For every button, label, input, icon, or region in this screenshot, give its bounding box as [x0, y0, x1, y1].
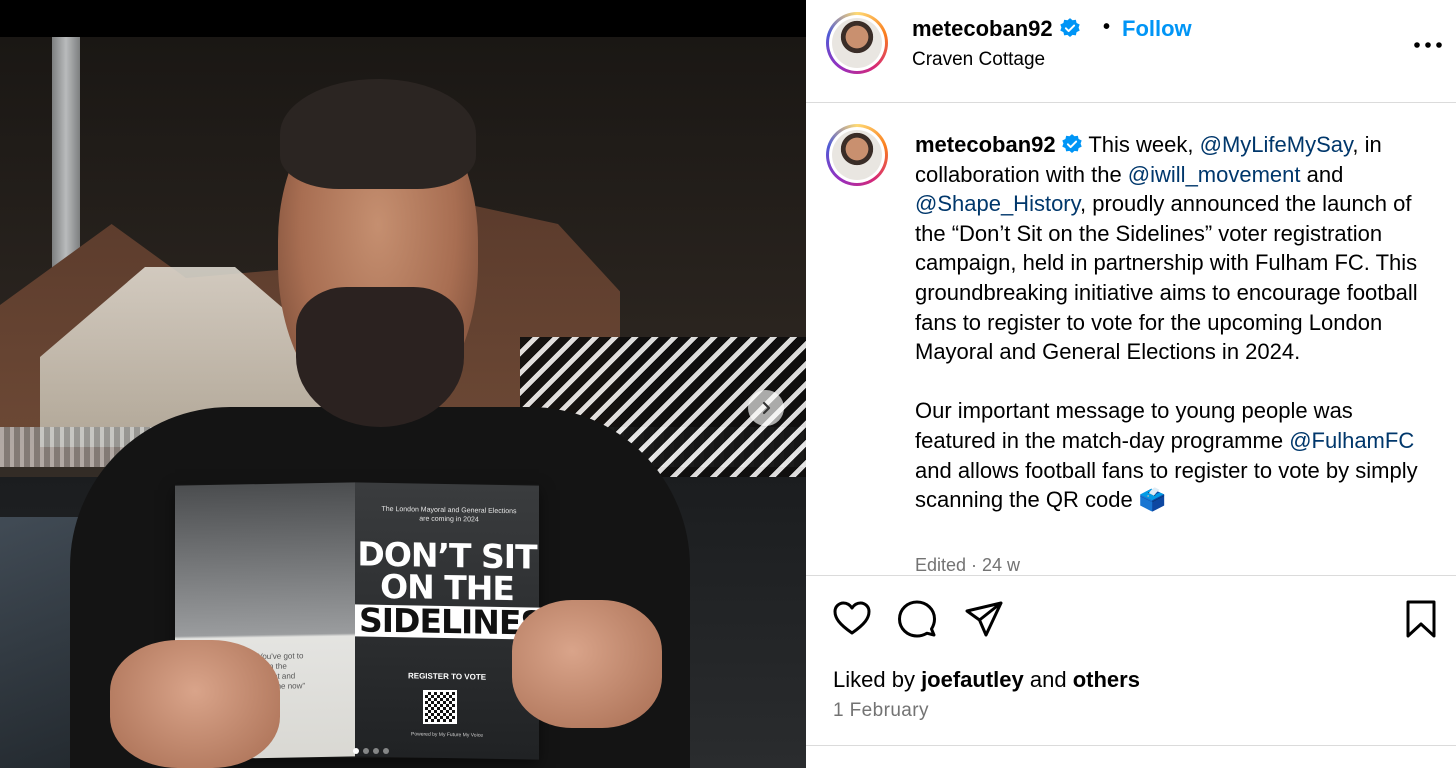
likes-summary: Liked by joefautley and others	[833, 667, 1140, 693]
caption-text: and	[1300, 161, 1344, 187]
avatar-image	[832, 18, 882, 68]
post-caption: metecoban92 This week, @MyLifeMySay, in …	[915, 130, 1435, 515]
bookmark-icon[interactable]	[1400, 598, 1442, 640]
avatar-image	[832, 130, 882, 180]
caption-text: This week,	[1082, 132, 1200, 157]
programme-headline: DON’T SIT ON THE SIDELINES	[355, 534, 548, 643]
caption-text: , proudly announced the launch of the “D…	[915, 191, 1418, 365]
qr-code	[423, 690, 457, 724]
mention-link[interactable]: @MyLifeMySay	[1200, 132, 1353, 157]
carousel-dot	[383, 748, 389, 754]
likes-prefix: Liked by	[833, 667, 922, 692]
caption-text: and allows football fans to register to …	[915, 457, 1418, 513]
post-date[interactable]: 1 February	[833, 700, 929, 722]
carousel-next-button[interactable]	[748, 390, 784, 426]
liker-username[interactable]: joefautley	[921, 667, 1024, 692]
programme-footer: Powered by My Future My Voice	[411, 731, 483, 739]
mention-link[interactable]: @FulhamFC	[1289, 428, 1414, 453]
action-bar: Liked by joefautley and others 1 Februar…	[806, 575, 1456, 769]
verified-badge-icon	[1061, 134, 1082, 154]
caption-username[interactable]: metecoban92	[915, 132, 1056, 157]
programme-subheading: The London Mayoral and General Elections…	[381, 505, 517, 524]
comment-icon[interactable]	[896, 598, 938, 640]
post-media: “ You've got to live in the present and …	[0, 0, 806, 768]
location-link[interactable]: Craven Cottage	[912, 49, 1045, 71]
right-hand	[512, 600, 662, 728]
carousel-dots	[353, 748, 389, 754]
follow-button[interactable]: Follow	[1122, 16, 1192, 42]
share-icon[interactable]	[963, 598, 1005, 640]
caption-text: Our important message to young people wa…	[915, 398, 1353, 453]
edited-timestamp: Edited · 24 w	[915, 555, 1021, 575]
verified-badge-icon	[1059, 18, 1080, 38]
mention-link[interactable]: @Shape_History	[915, 191, 1080, 216]
more-options-icon[interactable]	[1412, 30, 1444, 60]
person-hair	[280, 79, 476, 189]
person-beard	[296, 287, 464, 427]
header-separator: •	[1103, 16, 1111, 38]
caption-avatar[interactable]	[826, 124, 888, 186]
post-header: metecoban92 • Follow Craven Cottage	[806, 0, 1456, 103]
mention-link[interactable]: @iwill_movement	[1128, 162, 1301, 187]
likes-and: and	[1023, 667, 1073, 692]
left-hand	[110, 640, 280, 768]
heart-icon[interactable]	[831, 598, 873, 640]
likes-others-link[interactable]: others	[1073, 667, 1140, 692]
caption-section: metecoban92 This week, @MyLifeMySay, in …	[806, 103, 1456, 575]
avatar[interactable]	[826, 12, 888, 74]
carousel-dot	[373, 748, 379, 754]
post-sidebar: metecoban92 • Follow Craven Cottage mete…	[806, 0, 1456, 768]
username-text[interactable]: metecoban92	[912, 16, 1053, 41]
carousel-dot	[363, 748, 369, 754]
header-username[interactable]: metecoban92	[912, 16, 1081, 42]
divider	[806, 745, 1456, 746]
chevron-right-icon	[762, 401, 771, 415]
carousel-dot	[353, 748, 359, 754]
